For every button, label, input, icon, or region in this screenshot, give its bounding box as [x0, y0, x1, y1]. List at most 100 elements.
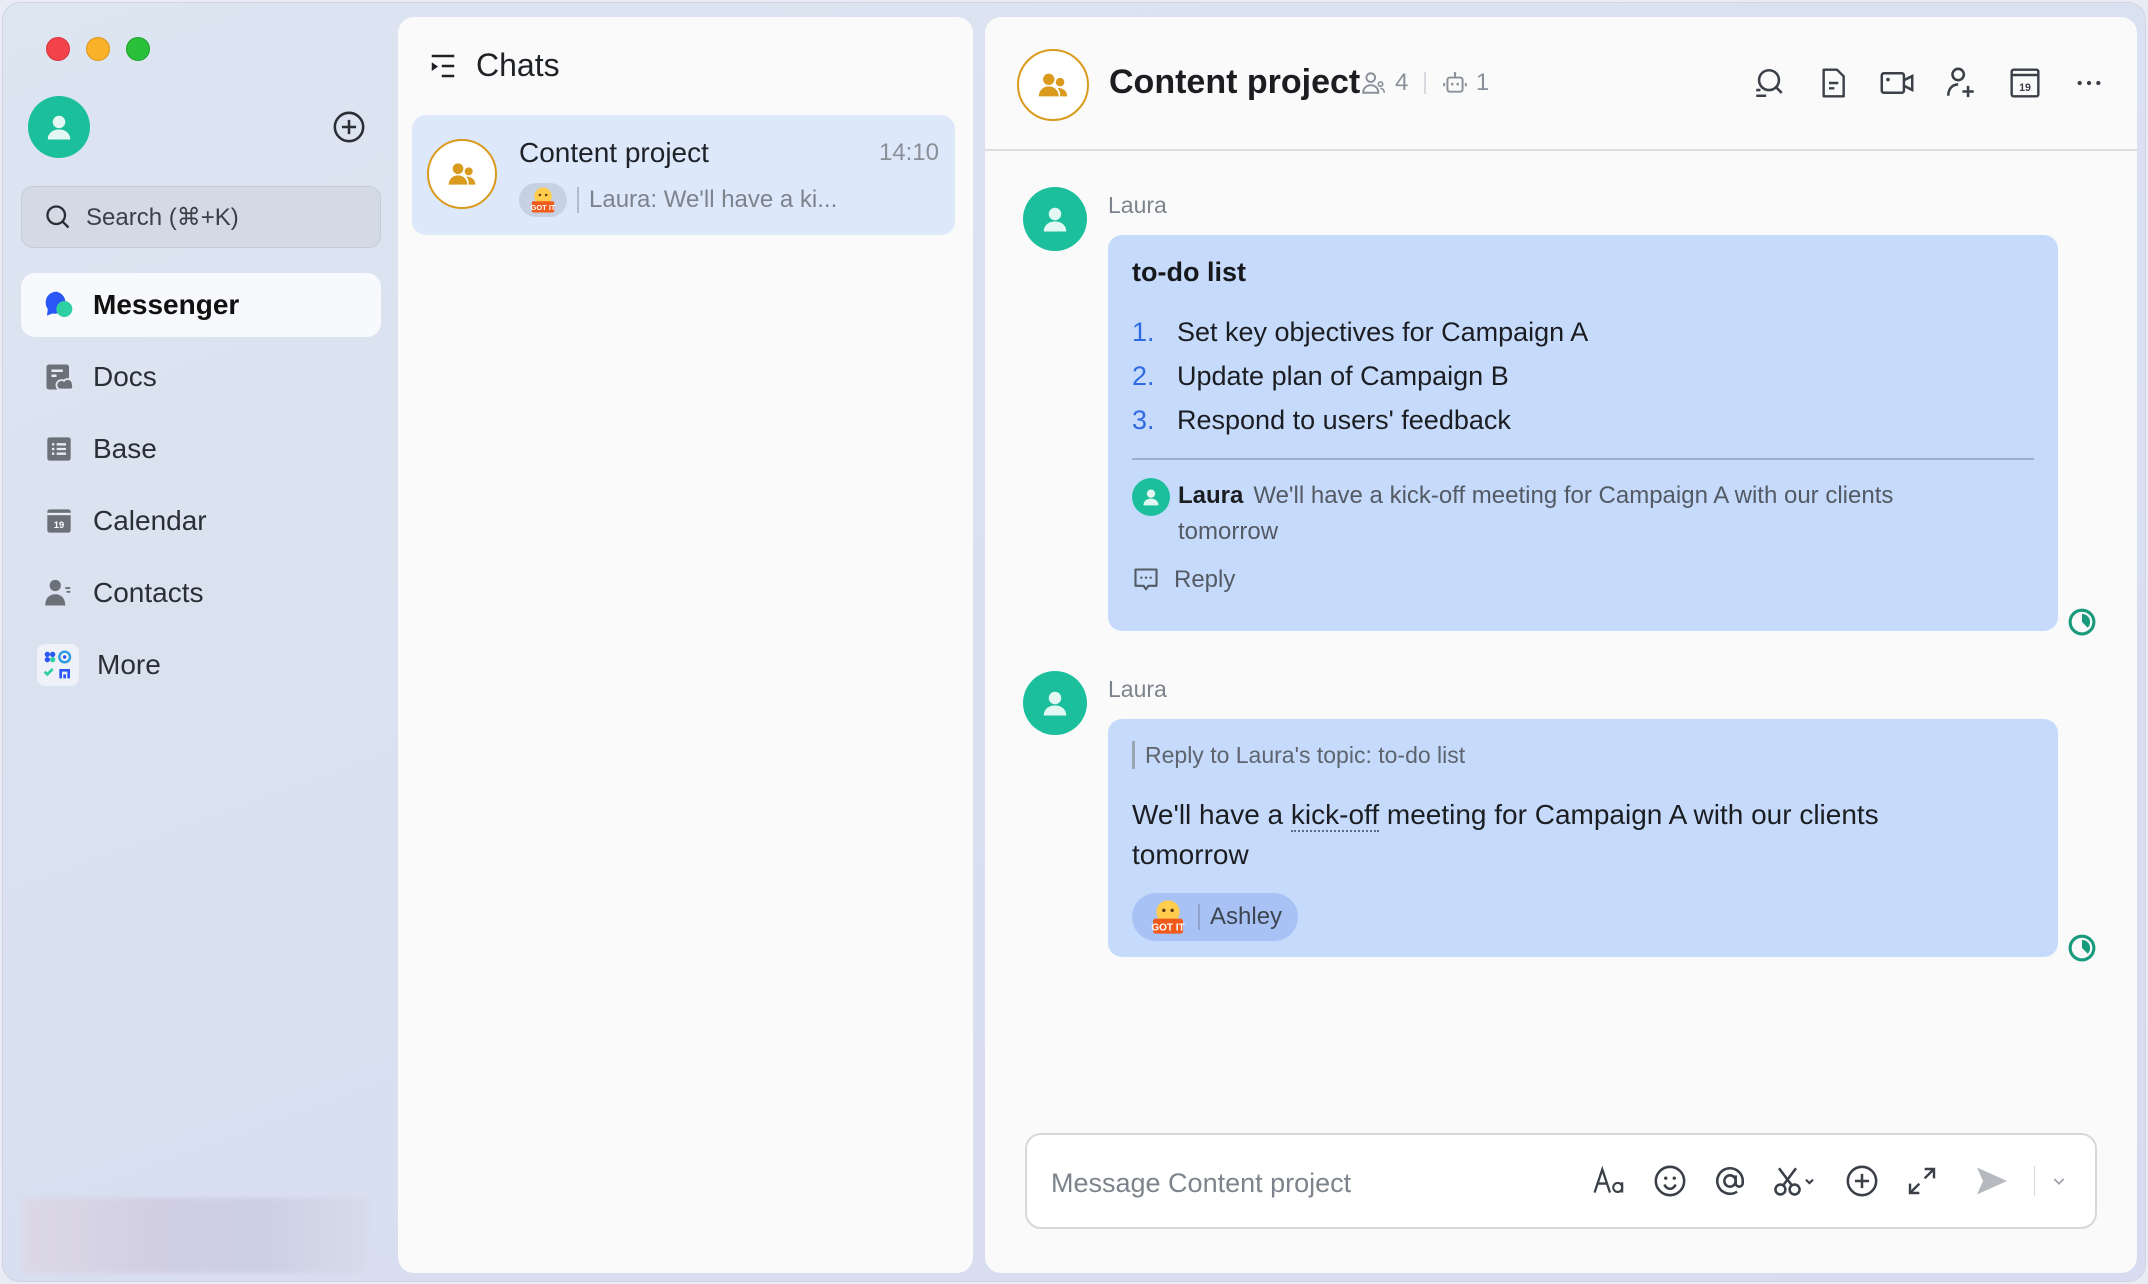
bot-count[interactable]: 1: [1476, 69, 1489, 97]
screenshot-button[interactable]: [1772, 1163, 1820, 1199]
sender-avatar[interactable]: [1023, 671, 1087, 735]
text-format-icon: [1592, 1165, 1623, 1193]
sidebar-item-docs[interactable]: Docs: [21, 345, 381, 409]
member-count[interactable]: 4: [1395, 69, 1408, 97]
meta-divider: [1424, 72, 1426, 94]
more-dots-icon: [2077, 80, 2101, 86]
preview-divider: [577, 187, 579, 213]
message-bubble: Reply to Laura's topic: to-do list We'll…: [1108, 719, 2058, 957]
got-it-sticker-icon: GOT IT: [1151, 900, 1185, 934]
contacts-icon: [43, 577, 75, 609]
user-icon: [1143, 489, 1159, 506]
sidebar-item-label: Calendar: [93, 505, 207, 536]
mention-button[interactable]: [1712, 1163, 1748, 1199]
sidebar-item-contacts[interactable]: Contacts: [21, 561, 381, 625]
message-text-part: We'll have a: [1132, 799, 1291, 830]
user-icon: [1043, 691, 1067, 716]
chat-preview-text: Laura: We'll have a ki...: [589, 186, 838, 213]
reply-label: Reply: [1174, 566, 1236, 593]
search-history-icon: [1756, 68, 1783, 98]
got-it-sticker-icon: GOT IT: [519, 183, 567, 217]
reaction-user: Ashley: [1210, 903, 1283, 930]
reply-comment-icon: [1134, 568, 1158, 591]
sender-name[interactable]: Laura: [1108, 676, 1167, 703]
document-icon: [1822, 68, 1845, 98]
at-sign-icon: [1715, 1167, 1744, 1195]
sidebar-item-messenger[interactable]: Messenger: [21, 273, 381, 337]
search-history-button[interactable]: [1751, 65, 1787, 101]
reply-avatar: [1132, 478, 1170, 516]
more-apps-icon: [37, 644, 79, 686]
close-window-button[interactable]: [46, 37, 70, 61]
todo-text: Respond to users' feedback: [1177, 404, 1511, 435]
thread-reply-sender: Laura: [1178, 482, 1244, 509]
send-options-button[interactable]: [2049, 1163, 2069, 1199]
emoji-icon: [1654, 1165, 1685, 1197]
search-box[interactable]: Search (⌘+K): [21, 186, 381, 248]
sidebar-item-more[interactable]: More: [21, 633, 381, 697]
messenger-icon: [43, 289, 75, 321]
attach-more-button[interactable]: [1844, 1163, 1880, 1199]
reaction-chip[interactable]: GOT IT Ashley: [1132, 893, 1299, 941]
text-format-button[interactable]: [1592, 1163, 1628, 1199]
send-icon: [1976, 1167, 2007, 1195]
members-icon[interactable]: [1361, 70, 1387, 96]
todo-title: to-do list: [1132, 257, 1246, 287]
svg-text:19: 19: [2019, 82, 2031, 94]
video-camera-icon: [1880, 72, 1914, 94]
my-avatar[interactable]: [28, 96, 90, 158]
plus-circle-icon: [333, 111, 365, 143]
svg-text:GOT IT: GOT IT: [531, 203, 556, 212]
todo-text: Set key objectives for Campaign A: [1177, 316, 1589, 347]
chat-meta: 4 1: [1361, 69, 1489, 97]
chat-list-title: Chats: [476, 47, 560, 83]
base-icon: [43, 433, 75, 465]
read-status-icon[interactable]: [2067, 607, 2097, 637]
send-button[interactable]: [1974, 1163, 2010, 1199]
message-composer: [1025, 1133, 2097, 1229]
message-input[interactable]: [1051, 1161, 1551, 1205]
svg-text:19: 19: [54, 520, 64, 530]
group-icon: [1038, 73, 1068, 97]
chat-name: Content project: [519, 137, 709, 168]
chat-list-panel: Chats Content project 14:10 GOT IT Laura…: [398, 17, 973, 1273]
glossary-term-link[interactable]: kick-off: [1290, 799, 1380, 832]
thread-reply-body: We'll have a kick-off meeting for Campai…: [1178, 482, 1894, 545]
composer-toolbar: [1592, 1163, 2070, 1199]
new-button[interactable]: [331, 109, 367, 145]
app-window: Search (⌘+K) Messenger Docs Base 19 Cale…: [2, 2, 2146, 1282]
blurred-profile-area: [23, 1198, 368, 1273]
chat-actions: 19: [1751, 65, 2107, 101]
sender-name[interactable]: Laura: [1108, 192, 1167, 219]
reply-button[interactable]: Reply: [1132, 566, 2034, 594]
docs-button[interactable]: [1815, 65, 1851, 101]
expand-composer-button[interactable]: [1904, 1163, 1940, 1199]
collapse-list-icon[interactable]: [428, 51, 458, 81]
group-avatar[interactable]: [1017, 49, 1089, 121]
bot-icon[interactable]: [1442, 70, 1468, 96]
add-user-icon: [1946, 67, 1974, 98]
maximize-window-button[interactable]: [126, 37, 150, 61]
todo-number: 1.: [1132, 316, 1155, 347]
thread-reply-preview[interactable]: Laura We'll have a kick-off meeting for C…: [1132, 478, 2034, 550]
calendar-button[interactable]: 19: [2007, 65, 2043, 101]
window-controls: [46, 37, 150, 61]
chat-list-item[interactable]: Content project 14:10 GOT IT Laura: We'l…: [412, 115, 955, 235]
todo-item: 3. Respond to users' feedback: [1132, 398, 2034, 442]
minimize-window-button[interactable]: [86, 37, 110, 61]
search-icon: [46, 205, 70, 229]
video-call-button[interactable]: [1879, 65, 1915, 101]
read-status-icon[interactable]: [2067, 933, 2097, 963]
sidebar-item-calendar[interactable]: 19 Calendar: [21, 489, 381, 553]
reply-reference[interactable]: Reply to Laura's topic: to-do list: [1132, 741, 2034, 769]
add-member-button[interactable]: [1943, 65, 1979, 101]
sender-avatar[interactable]: [1023, 187, 1087, 251]
search-placeholder: Search (⌘+K): [86, 203, 239, 231]
more-options-button[interactable]: [2071, 65, 2107, 101]
send-divider: [2033, 1166, 2035, 1196]
emoji-button[interactable]: [1652, 1163, 1688, 1199]
sidebar-item-base[interactable]: Base: [21, 417, 381, 481]
chevron-down-icon: [2053, 1178, 2065, 1185]
group-icon: [448, 163, 476, 185]
expand-icon: [1908, 1167, 1935, 1195]
